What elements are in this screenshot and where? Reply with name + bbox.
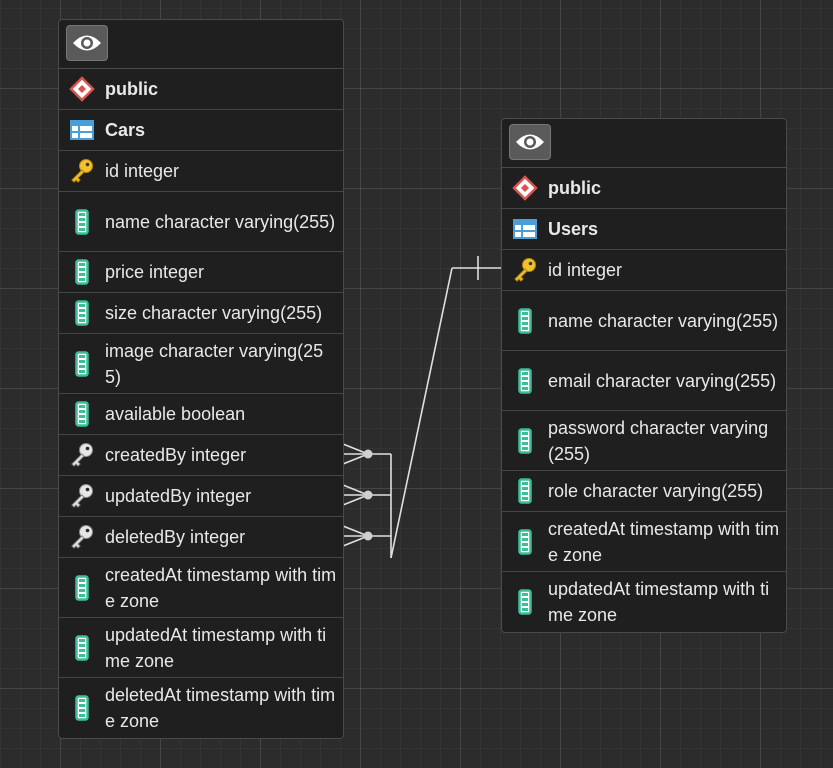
column-icon bbox=[502, 528, 548, 555]
schema-name: public bbox=[105, 79, 158, 99]
column-label: deletedBy integer bbox=[105, 527, 246, 547]
column-row[interactable]: id integer bbox=[59, 151, 343, 192]
column-label: image character varying(255) bbox=[105, 340, 324, 387]
column-icon bbox=[502, 478, 548, 504]
column-row[interactable]: deletedAt timestamp with time zone bbox=[59, 678, 343, 738]
column-label: updatedAt timestamp with time zone bbox=[105, 624, 327, 671]
column-row[interactable]: price integer bbox=[59, 252, 343, 293]
column-label: createdAt timestamp with time zone bbox=[105, 564, 337, 611]
column-row[interactable]: role character varying(255) bbox=[502, 471, 786, 512]
column-icon bbox=[59, 259, 105, 285]
column-row[interactable]: updatedAt timestamp with time zone bbox=[502, 572, 786, 632]
column-label: name character varying(255) bbox=[548, 310, 779, 331]
column-icon bbox=[59, 574, 105, 601]
column-label: available boolean bbox=[105, 404, 246, 424]
table-cars[interactable]: public Cars id integer name character va… bbox=[58, 19, 344, 739]
table-grid-icon bbox=[502, 219, 548, 239]
column-row[interactable]: name character varying(255) bbox=[59, 192, 343, 252]
column-icon bbox=[59, 401, 105, 427]
column-label: id integer bbox=[548, 260, 623, 280]
foreign-key-icon bbox=[59, 483, 105, 509]
column-icon bbox=[502, 427, 548, 454]
relationship-connector bbox=[390, 267, 453, 559]
column-label: id integer bbox=[105, 161, 180, 181]
column-label: deletedAt timestamp with time zone bbox=[105, 685, 336, 731]
schema-name: public bbox=[548, 178, 601, 198]
column-row[interactable]: name character varying(255) bbox=[502, 291, 786, 351]
table-name: Users bbox=[548, 219, 599, 239]
column-label: password character varying (255) bbox=[548, 417, 769, 464]
schema-diamond-icon bbox=[502, 175, 548, 201]
column-row[interactable]: createdAt timestamp with time zone bbox=[502, 512, 786, 572]
column-row[interactable]: createdAt timestamp with time zone bbox=[59, 558, 343, 618]
column-label: name character varying(255) bbox=[105, 211, 336, 232]
column-label: createdBy integer bbox=[105, 445, 247, 465]
primary-key-icon bbox=[502, 257, 548, 283]
column-row[interactable]: available boolean bbox=[59, 394, 343, 435]
table-users[interactable]: public Users id integer name character v… bbox=[501, 118, 787, 633]
column-row[interactable]: email character varying(255) bbox=[502, 351, 786, 411]
column-row[interactable]: size character varying(255) bbox=[59, 293, 343, 334]
column-row[interactable]: updatedAt timestamp with time zone bbox=[59, 618, 343, 678]
column-icon bbox=[59, 634, 105, 661]
column-icon bbox=[502, 367, 548, 394]
column-row[interactable]: updatedBy integer bbox=[59, 476, 343, 517]
column-row[interactable]: id integer bbox=[502, 250, 786, 291]
column-label: price integer bbox=[105, 262, 205, 282]
column-row[interactable]: deletedBy integer bbox=[59, 517, 343, 558]
visibility-toggle-button[interactable] bbox=[509, 124, 551, 160]
column-icon bbox=[59, 208, 105, 235]
table-name-row: Cars bbox=[59, 110, 343, 151]
schema-row: public bbox=[502, 168, 786, 209]
table-name: Cars bbox=[105, 120, 146, 140]
table-name-row: Users bbox=[502, 209, 786, 250]
column-label: email character varying(255) bbox=[548, 370, 777, 391]
column-label: size character varying(255) bbox=[105, 303, 323, 323]
column-label: updatedAt timestamp with time zone bbox=[548, 579, 770, 625]
column-row[interactable]: password character varying (255) bbox=[502, 411, 786, 471]
column-row[interactable]: createdBy integer bbox=[59, 435, 343, 476]
foreign-key-icon bbox=[59, 442, 105, 468]
primary-key-icon bbox=[59, 158, 105, 184]
column-row[interactable]: image character varying(255) bbox=[59, 334, 343, 394]
column-icon bbox=[502, 589, 548, 615]
column-label: role character varying(255) bbox=[548, 481, 764, 501]
column-label: updatedBy integer bbox=[105, 486, 252, 506]
eye-icon bbox=[515, 132, 545, 152]
foreign-key-icon bbox=[59, 524, 105, 550]
eye-icon bbox=[72, 33, 102, 53]
schema-diamond-icon bbox=[59, 76, 105, 102]
table-header bbox=[59, 20, 343, 69]
table-header bbox=[502, 119, 786, 168]
column-icon bbox=[59, 350, 105, 377]
column-icon bbox=[502, 307, 548, 334]
schema-row: public bbox=[59, 69, 343, 110]
visibility-toggle-button[interactable] bbox=[66, 25, 108, 61]
table-grid-icon bbox=[59, 120, 105, 140]
column-icon bbox=[59, 300, 105, 326]
column-label: createdAt timestamp with time zone bbox=[548, 518, 780, 565]
column-icon bbox=[59, 695, 105, 721]
